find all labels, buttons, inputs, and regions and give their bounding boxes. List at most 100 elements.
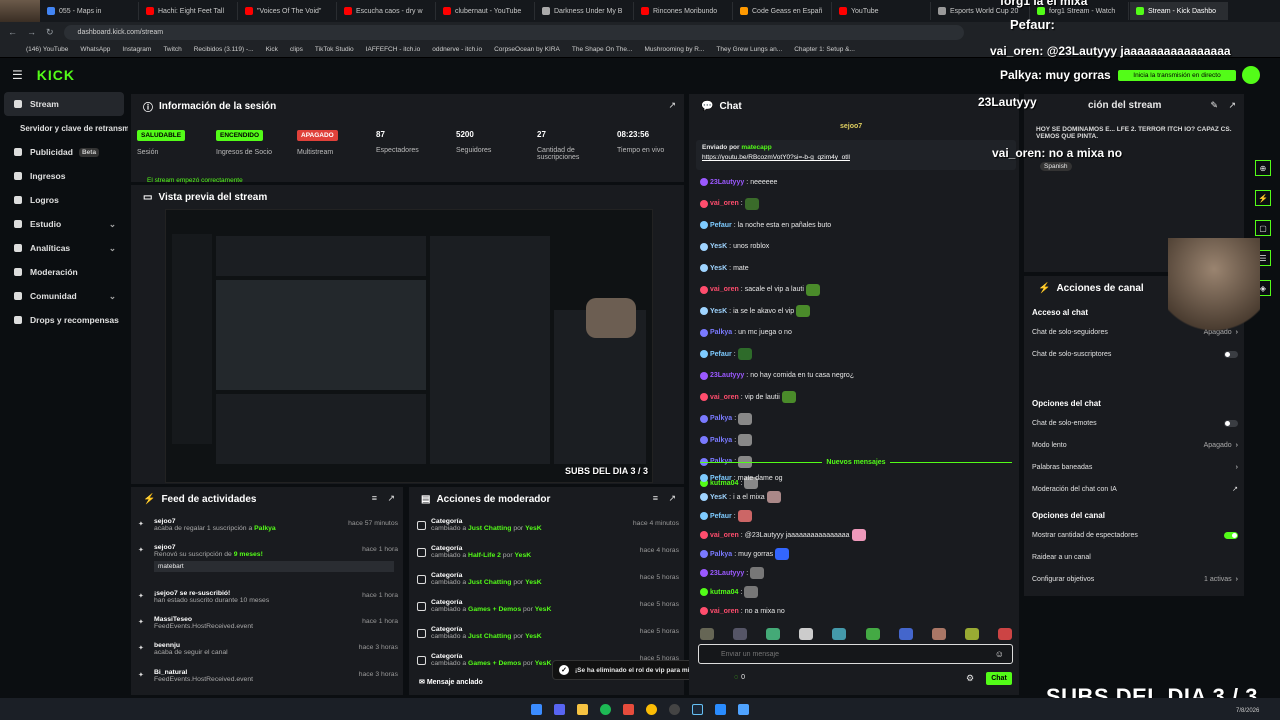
chat-username[interactable]: vai_oren	[710, 608, 739, 615]
popout-icon[interactable]: ↗	[387, 493, 395, 504]
channel-setting-row[interactable]: Chat de solo-emotes	[1032, 416, 1238, 430]
sidebar-item[interactable]: Publicidad Beta	[0, 140, 128, 164]
browser-tab[interactable]: Rincones Moribundo	[635, 2, 733, 20]
sidebar-item[interactable]: Comunidad ⌄	[0, 284, 128, 308]
browser-tab[interactable]: Hachi: Eight Feet Tall	[140, 2, 238, 20]
chat-username[interactable]: vai_oren	[710, 532, 739, 539]
chat-username[interactable]: Palkya	[710, 329, 732, 336]
chat-message[interactable]: vai_oren: vip de lautii	[700, 390, 1015, 404]
spotify-icon[interactable]	[600, 703, 611, 715]
chat-message[interactable]: YesK: i a el mixa	[700, 490, 1015, 504]
bookmark-item[interactable]: Twitch	[163, 46, 181, 53]
bookmark-item[interactable]: CorpseOcean by KIRA	[494, 46, 560, 53]
chat-input[interactable]	[721, 650, 961, 658]
emote-6[interactable]	[865, 628, 880, 640]
sidebar-item[interactable]: Moderación	[0, 260, 128, 284]
chat-message[interactable]: vai_oren:	[700, 197, 1015, 211]
chat-message[interactable]: Palkya:	[700, 433, 1015, 447]
bookmark-item[interactable]: WhatsApp	[80, 46, 110, 53]
emote-picker-icon[interactable]: ☺	[995, 649, 1004, 659]
popout-icon[interactable]: ↗	[668, 493, 676, 504]
popout-icon[interactable]: ↗	[1228, 100, 1236, 111]
chat-username[interactable]: Pefaur	[710, 222, 732, 229]
filter-icon[interactable]: ≡	[372, 493, 377, 503]
chat-message[interactable]: vai_oren: sacale el vip a lauti	[700, 283, 1015, 297]
chat-message[interactable]: YesK: mate	[700, 261, 1015, 275]
channel-setting-row[interactable]: Mostrar cantidad de espectadores	[1032, 528, 1238, 542]
sidebar-item[interactable]: Drops y recompensas	[0, 308, 128, 332]
kick-logo[interactable]: KICK	[37, 67, 75, 83]
emote-2[interactable]	[733, 628, 748, 640]
discord-icon[interactable]	[554, 703, 565, 715]
chat-message[interactable]: Pefaur:	[700, 347, 1015, 361]
chat-username[interactable]: 23Lautyyy	[710, 179, 744, 186]
target-icon[interactable]: ⊕	[1255, 160, 1271, 176]
emote-9[interactable]	[964, 628, 979, 640]
chat-message[interactable]: Palkya:	[700, 412, 1015, 426]
chat-message[interactable]: YesK: ia se le akavo el vip	[700, 304, 1015, 318]
chat-username[interactable]: kutma04	[710, 589, 738, 596]
toggle-switch[interactable]	[1224, 531, 1238, 539]
obs-icon[interactable]	[669, 703, 680, 715]
filter-icon[interactable]: ≡	[653, 493, 658, 503]
chat-message[interactable]: vai_oren: no a mixa no	[700, 604, 1015, 618]
chat-username[interactable]: Palkya	[710, 437, 732, 444]
bookmark-item[interactable]: clips	[290, 46, 303, 53]
chat-username[interactable]: vai_oren	[710, 200, 739, 207]
clip-icon[interactable]: ▢	[1255, 220, 1271, 236]
bookmark-item[interactable]: Instagram	[122, 46, 151, 53]
chat-message[interactable]: Pefaur: la noche esta en pañales buto	[700, 218, 1015, 232]
menu-icon[interactable]: ☰	[12, 68, 23, 82]
url-input[interactable]: dashboard.kick.com/stream	[63, 24, 964, 40]
emote-10[interactable]	[997, 628, 1012, 640]
emote-1[interactable]	[700, 628, 714, 640]
settings-icon[interactable]: ⚙	[966, 673, 974, 684]
emote-7[interactable]	[898, 628, 913, 640]
chat-username[interactable]: YesK	[710, 243, 727, 250]
user-avatar[interactable]	[1242, 66, 1260, 84]
stream-preview-video[interactable]: SUBS DEL DIA 3 / 3	[165, 209, 653, 483]
bookmark-item[interactable]: Kick	[266, 46, 278, 53]
chat-message[interactable]: Palkya: muy gorras	[700, 547, 1015, 561]
sidebar-item[interactable]: Estudio ⌄	[0, 212, 128, 236]
app3-icon[interactable]	[738, 703, 749, 715]
browser-tab[interactable]: Darkness Under My B	[536, 2, 634, 20]
chat-username[interactable]: YesK	[710, 308, 727, 315]
pinned-message-row[interactable]: ✉ Mensaje anclado	[419, 678, 483, 686]
windows-start-icon[interactable]	[531, 703, 542, 715]
bookmark-item[interactable]: IAFFEFCH - itch.io	[366, 46, 421, 53]
chat-username[interactable]: 23Lautyyy	[710, 372, 744, 379]
browser-tab[interactable]: Escucha caos - dry w	[338, 2, 436, 20]
chat-message[interactable]: 23Lautyyy: neeeeee	[700, 175, 1015, 189]
browser-tab[interactable]: "Voices Of The Void"	[239, 2, 337, 20]
browser-tab[interactable]: YouTube	[833, 2, 931, 20]
app-icon[interactable]	[623, 703, 634, 715]
go-live-button[interactable]: Inicia la transmisión en directo	[1118, 70, 1236, 81]
emote-5[interactable]	[832, 628, 847, 640]
bookmark-item[interactable]: (146) YouTube	[26, 46, 68, 53]
forward-icon[interactable]: →	[27, 27, 36, 37]
chat-message[interactable]: Pefaur: mate dame og	[700, 471, 1015, 485]
chat-username[interactable]: YesK	[710, 265, 727, 272]
emote-8[interactable]	[931, 628, 946, 640]
back-icon[interactable]: ←	[8, 27, 17, 37]
channel-setting-row[interactable]: Modo lento Apagado ›	[1032, 438, 1238, 452]
chat-message[interactable]: YesK: unos roblox	[700, 240, 1015, 254]
bookmark-item[interactable]: Mushrooming by R...	[644, 46, 704, 53]
chat-username[interactable]: Palkya	[710, 415, 732, 422]
emote-4[interactable]	[799, 628, 814, 640]
toggle-switch[interactable]	[1224, 419, 1238, 427]
browser-tab[interactable]: Stream - Kick Dashbo	[1130, 2, 1228, 20]
sidebar-item[interactable]: Stream	[4, 92, 124, 116]
chat-message[interactable]: Pefaur:	[700, 509, 1015, 523]
reload-icon[interactable]: ↻	[46, 27, 54, 38]
bolt-quick-icon[interactable]: ⚡	[1255, 190, 1271, 206]
channel-setting-row[interactable]: Raidear a un canal	[1032, 550, 1238, 564]
popout-icon[interactable]: ↗	[668, 100, 676, 111]
bookmark-item[interactable]: oddnerve - itch.io	[432, 46, 482, 53]
bookmark-item[interactable]: They Grew Lungs an...	[716, 46, 782, 53]
bookmark-item[interactable]: Recibidos (3.119) -...	[194, 46, 254, 53]
chat-username[interactable]: vai_oren	[710, 286, 739, 293]
chat-input-box[interactable]: ☺	[698, 644, 1013, 664]
chat-message[interactable]: 23Lautyyy:	[700, 566, 1015, 580]
